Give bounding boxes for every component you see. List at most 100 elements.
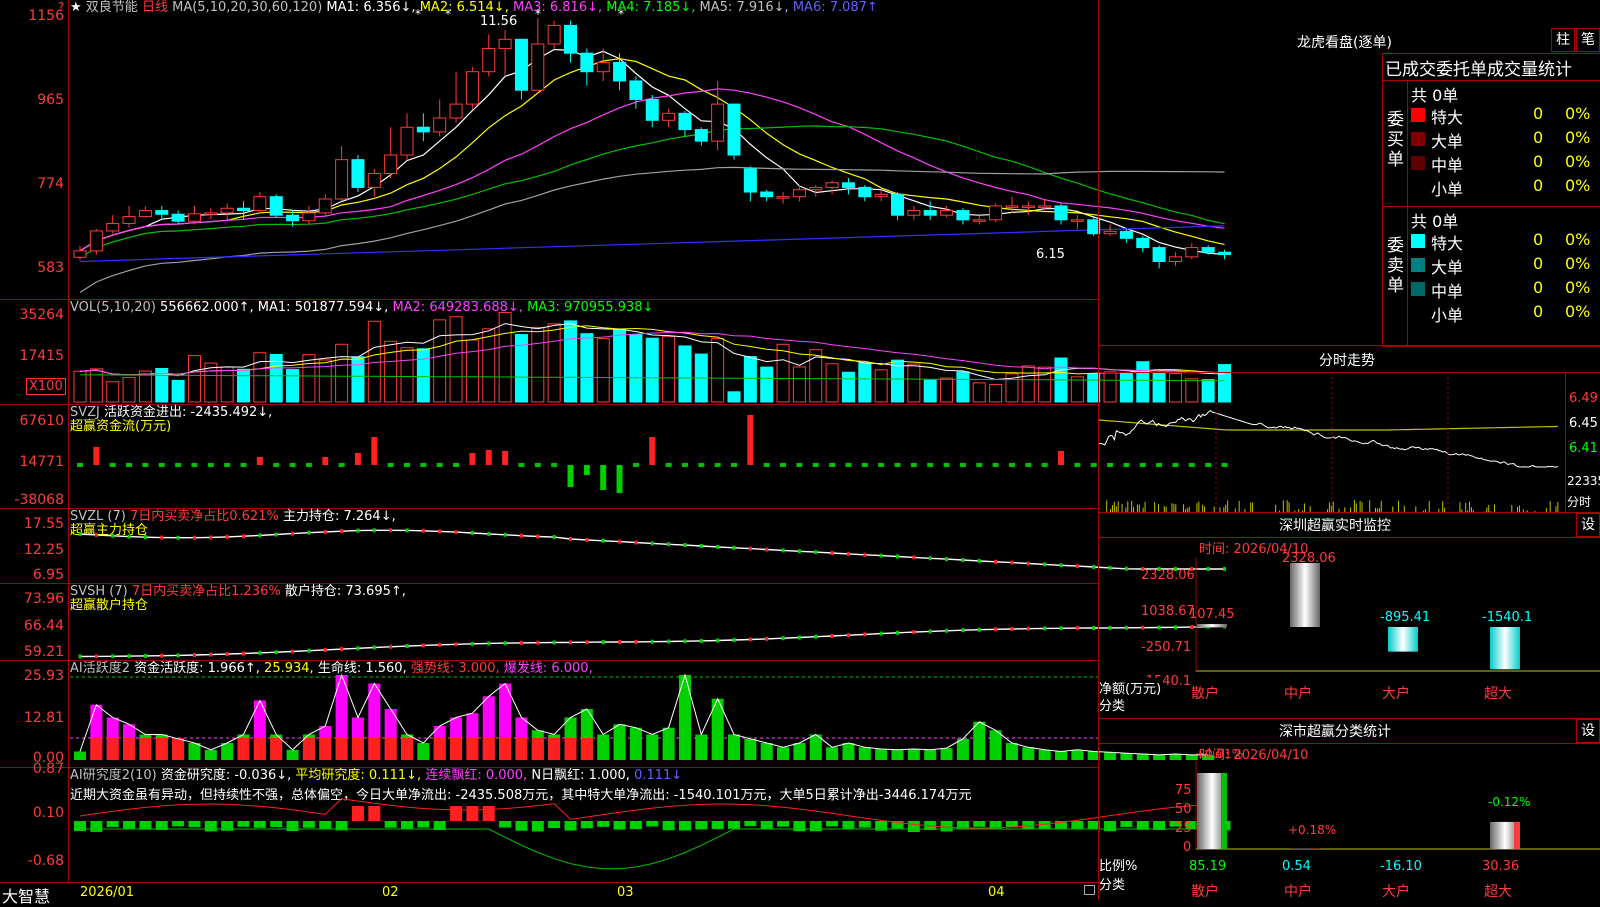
active-bar [597,735,609,761]
research-bar [123,821,135,829]
candle-body [1071,220,1083,222]
flow-bar [584,465,590,475]
legend-swatch [1411,306,1425,320]
research-bar [74,821,86,831]
lock-icon[interactable] [1084,885,1095,895]
active-bar [1055,752,1067,761]
volume-bar [875,370,887,402]
flow-bar [224,463,230,467]
candle-body [156,211,168,215]
legend-swatch [1411,258,1425,272]
flow-bar [600,465,606,490]
stat-p: 0% [1565,128,1590,147]
research-bar [630,821,642,829]
retail-holding-panel[interactable]: SVSH (7) 7日内买卖净占比1.236% 散户持仓: 73.695↑, 超… [0,583,1098,661]
sz-monitor-panel[interactable]: 深圳超赢实时监控 设 时间: 2026/04/10 2328.06 1038.6… [1099,512,1600,719]
flow-bar [159,463,165,467]
sc-stats-panel[interactable]: 深市超赢分类统计 设 时间: 2026/04/10 75 50 25 0 比例%… [1099,718,1600,901]
active-bar-base [466,738,478,760]
volume-bar [793,367,805,402]
active-bar-base [123,738,135,760]
research-bar [581,821,593,828]
sell-total: 共 0单 [1411,208,1458,232]
sz-bar [1490,627,1520,669]
volume-bar [614,330,626,402]
flow-bar [698,463,704,467]
flow-bar [682,463,688,467]
flow-bar [273,463,279,467]
candlestick-chart[interactable]: **** [0,0,1098,299]
stat-n: 0 [1533,128,1543,147]
lhkp-panel: 龙虎看盘(逐单) 柱 笔 已成交委托单成交量统计 委买单 委卖单 共 0单 共 … [1099,0,1600,345]
volume-bar [417,349,429,402]
candle-body [892,194,904,215]
flow-bar [257,457,263,465]
candle-body [254,197,266,211]
volume-bar [401,348,413,402]
price-panel[interactable]: ★ 双良节能 日线 MA(5,10,20,30,60,120) MA1: 6.3… [0,0,1098,299]
volume-bar [957,372,969,402]
legend-swatch [1411,132,1425,146]
research-bar [565,821,577,831]
flow-bar [1058,451,1064,465]
candle-body [826,183,838,188]
tick-mode-button[interactable]: 笔 [1576,28,1600,52]
sc-value: -16.10 [1380,859,1422,874]
volume-bar [172,380,184,402]
ai-research-panel[interactable]: AI研究度2(10) 资金研究度: -0.036↓, 平均研究度: 0.111↓… [0,767,1098,883]
candle-body [385,155,397,174]
flow-bar [486,450,492,465]
candle-body [630,81,642,100]
active-bar-base [238,738,250,760]
flow-bar [813,463,819,467]
stat-name: 大单 [1431,128,1463,152]
star-marker: * [415,7,421,21]
volume-panel[interactable]: VOL(5,10,20) 556662.000↑, MA1: 501877.59… [0,299,1098,405]
active-bar-base [270,738,282,760]
volume-bar [1071,377,1083,402]
candle-body [973,220,985,222]
candle-body [875,194,887,196]
active-bar [287,750,299,760]
volume-bar [532,327,544,402]
sc-value: 85.19 [1189,859,1226,874]
volume-bar [663,337,675,402]
main-holding-panel[interactable]: SVZL (7) 7日内买卖净占比0.621% 主力持仓: 7.264↓, 超赢… [0,508,1098,584]
candle-body [221,208,233,213]
research-bar [483,806,495,821]
intraday-panel[interactable]: 分时走势 6.49 6.45 6.41 22335 分时 [1099,345,1600,513]
ai-active-panel[interactable]: AI活跃度2 资金活跃度: 1.966↑, 25.934, 生命线: 1.560… [0,660,1098,768]
research-bar [679,821,691,831]
research-bar [466,806,478,821]
flow-bar [535,463,541,467]
active-bar-base [434,738,446,760]
stat-n: 0 [1533,152,1543,171]
sc-cat: 大户 [1382,881,1410,901]
bar-mode-button[interactable]: 柱 [1551,28,1575,52]
active-bar [188,743,200,760]
legend-swatch [1411,180,1425,194]
retail-holding-chart [0,584,1098,661]
stat-name: 中单 [1431,278,1463,302]
flow-bar [371,437,377,465]
legend-swatch [1411,108,1425,122]
candle-body [368,174,380,188]
intraday-price-line [1099,411,1558,467]
flow-bar [944,463,950,467]
sz-value: -1540.1 [1482,610,1532,625]
active-bar-base [548,738,560,760]
candle-body [123,217,135,224]
fund-flow-panel[interactable]: SVZJ 活跃资金进出: -2435.492↓, 超赢资金流(万元) 67610… [0,404,1098,509]
research-bar [172,821,184,826]
flow-bar [1025,463,1031,467]
candle-body [793,190,805,197]
candle-body [532,44,544,90]
flow-bar [666,463,672,467]
flow-bar [649,437,655,465]
candle-body [728,104,740,155]
candle-body [139,211,151,217]
ma1-line [80,50,1225,255]
flow-bar [241,463,247,467]
active-bar [1022,747,1034,760]
candle-body [205,213,217,215]
